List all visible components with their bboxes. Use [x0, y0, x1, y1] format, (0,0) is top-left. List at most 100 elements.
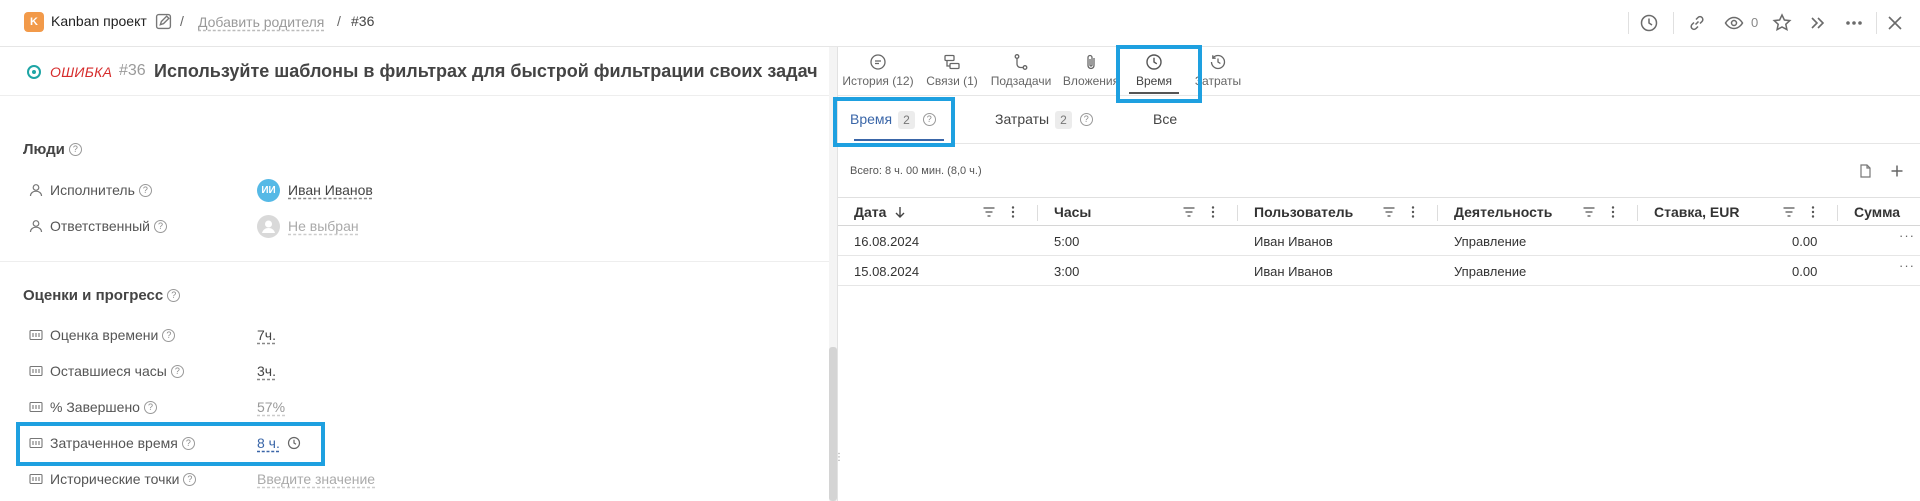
- table-header: Дата Часы Пользователь Деятельность Став…: [838, 197, 1920, 226]
- cell-user: Иван Иванов: [1254, 234, 1333, 249]
- story-points-field: Исторические точки? Введите значение: [29, 468, 829, 492]
- progress-heading-text: Оценки и прогресс: [23, 287, 164, 304]
- task-header: ОШИБКА #36 Используйте шаблоны в фильтра…: [0, 47, 829, 96]
- column-menu-icon[interactable]: [1406, 205, 1420, 219]
- more-options-icon[interactable]: [1844, 13, 1864, 33]
- task-id: #36: [119, 62, 146, 79]
- watch-icon[interactable]: [1724, 13, 1744, 33]
- column-separator[interactable]: [1037, 205, 1038, 221]
- help-icon[interactable]: ?: [68, 143, 82, 156]
- column-date[interactable]: Дата: [854, 204, 886, 220]
- tab-attachments[interactable]: Вложения: [1060, 47, 1122, 96]
- remaining-value[interactable]: 3ч.: [257, 363, 276, 379]
- subtab-all-label: Все: [1153, 111, 1178, 127]
- add-parent-link[interactable]: Добавить родителя: [198, 14, 324, 30]
- cell-rate: 0.00: [1792, 234, 1818, 249]
- tab-subtasks-label: Подзадачи: [990, 74, 1052, 88]
- percent-value[interactable]: 57%: [257, 399, 285, 415]
- people-heading-text: Люди: [23, 141, 65, 158]
- toolbar-divider: [1628, 12, 1629, 34]
- help-icon[interactable]: ?: [1079, 113, 1093, 126]
- subtab-all[interactable]: Все: [1153, 111, 1177, 127]
- copy-icon[interactable]: [1857, 163, 1873, 179]
- help-icon[interactable]: ?: [183, 473, 197, 486]
- link-icon[interactable]: [1687, 13, 1707, 33]
- responsible-value[interactable]: Не выбран: [288, 218, 359, 234]
- splitter-handle-icon[interactable]: ⋮: [834, 452, 844, 476]
- breadcrumb-separator: /: [337, 13, 341, 29]
- cell-rate: 0.00: [1792, 264, 1818, 279]
- cell-activity: Управление: [1454, 234, 1527, 249]
- subtab-costs[interactable]: Затраты 2?: [995, 111, 1093, 129]
- progress-section-heading: Оценки и прогресс?: [23, 287, 181, 304]
- help-icon[interactable]: ?: [162, 329, 176, 342]
- tab-subtasks[interactable]: Подзадачи: [988, 47, 1054, 96]
- field-type-icon: [29, 401, 43, 413]
- column-separator[interactable]: [1237, 205, 1238, 221]
- filter-icon[interactable]: [1382, 205, 1396, 219]
- remaining-field: Оставшиеся часы? 3ч.: [29, 360, 829, 384]
- tab-relations-label: Связи (1): [926, 74, 978, 88]
- help-icon[interactable]: ?: [138, 184, 152, 197]
- assignee-avatar: ИИ: [257, 179, 280, 202]
- estimate-label: Оценка времени?: [50, 327, 176, 343]
- assignee-label: Исполнитель?: [50, 182, 152, 198]
- column-user[interactable]: Пользователь: [1254, 204, 1353, 220]
- tab-relations[interactable]: Связи (1): [922, 47, 982, 96]
- edit-icon[interactable]: [155, 13, 172, 30]
- task-title[interactable]: Используйте шаблоны в фильтрах для быстр…: [154, 61, 818, 82]
- filter-icon[interactable]: [982, 205, 996, 219]
- project-badge[interactable]: K: [24, 12, 44, 32]
- task-type-label[interactable]: ОШИБКА: [50, 64, 112, 80]
- project-name[interactable]: Kanban проект: [51, 13, 147, 29]
- subtab-costs-label: Затраты: [995, 111, 1050, 127]
- column-menu-icon[interactable]: [1206, 205, 1220, 219]
- column-separator[interactable]: [1437, 205, 1438, 221]
- column-menu-icon[interactable]: [1006, 205, 1020, 219]
- toolbar-divider: [1673, 12, 1674, 34]
- person-placeholder-icon: [262, 220, 275, 233]
- column-rate[interactable]: Ставка, EUR: [1654, 204, 1740, 220]
- tab-history[interactable]: История (12): [840, 47, 916, 96]
- table-row[interactable]: 16.08.2024 5:00 Иван Иванов Управление 0…: [838, 226, 1920, 256]
- time-tab-highlight: [1116, 45, 1202, 103]
- left-panel-scroll-thumb[interactable]: [829, 347, 837, 501]
- table-row[interactable]: 15.08.2024 3:00 Иван Иванов Управление 0…: [838, 256, 1920, 286]
- percent-field: % Завершено? 57%: [29, 396, 829, 420]
- paperclip-icon: [1087, 54, 1095, 70]
- filter-icon[interactable]: [1582, 205, 1596, 219]
- responsible-field: Ответственный? Не выбран: [29, 215, 829, 239]
- column-hours[interactable]: Часы: [1054, 204, 1091, 220]
- help-icon[interactable]: ?: [153, 220, 167, 233]
- assignee-value[interactable]: Иван Иванов: [288, 182, 373, 198]
- close-icon[interactable]: [1885, 13, 1905, 33]
- column-separator[interactable]: [1637, 205, 1638, 221]
- column-separator[interactable]: [1837, 205, 1838, 221]
- row-more-icon[interactable]: ···: [1899, 228, 1915, 243]
- person-icon: [29, 220, 43, 233]
- column-menu-icon[interactable]: [1806, 205, 1820, 219]
- responsible-avatar-placeholder: [257, 215, 280, 238]
- estimate-value[interactable]: 7ч.: [257, 327, 276, 343]
- watch-count: 0: [1751, 15, 1759, 30]
- column-menu-icon[interactable]: [1606, 205, 1620, 219]
- history-clock-icon: [1210, 54, 1226, 70]
- expand-panel-icon[interactable]: [1808, 13, 1828, 33]
- toolbar-divider: [1876, 12, 1877, 34]
- column-activity[interactable]: Деятельность: [1454, 204, 1552, 220]
- story-points-input[interactable]: Введите значение: [257, 471, 375, 487]
- row-more-icon[interactable]: ···: [1899, 258, 1915, 273]
- help-icon[interactable]: ?: [170, 365, 184, 378]
- star-icon[interactable]: [1772, 13, 1792, 33]
- add-icon[interactable]: [1889, 163, 1905, 179]
- percent-label: % Завершено?: [50, 399, 157, 415]
- filter-icon[interactable]: [1782, 205, 1796, 219]
- field-type-icon: [29, 329, 43, 341]
- filter-icon[interactable]: [1182, 205, 1196, 219]
- help-icon[interactable]: ?: [167, 289, 181, 302]
- column-sum[interactable]: Сумма: [1854, 204, 1900, 220]
- help-icon[interactable]: ?: [143, 401, 157, 414]
- sort-arrow-down-icon[interactable]: [893, 205, 907, 219]
- time-tracking-icon[interactable]: [1639, 13, 1659, 33]
- status-icon[interactable]: [27, 65, 41, 79]
